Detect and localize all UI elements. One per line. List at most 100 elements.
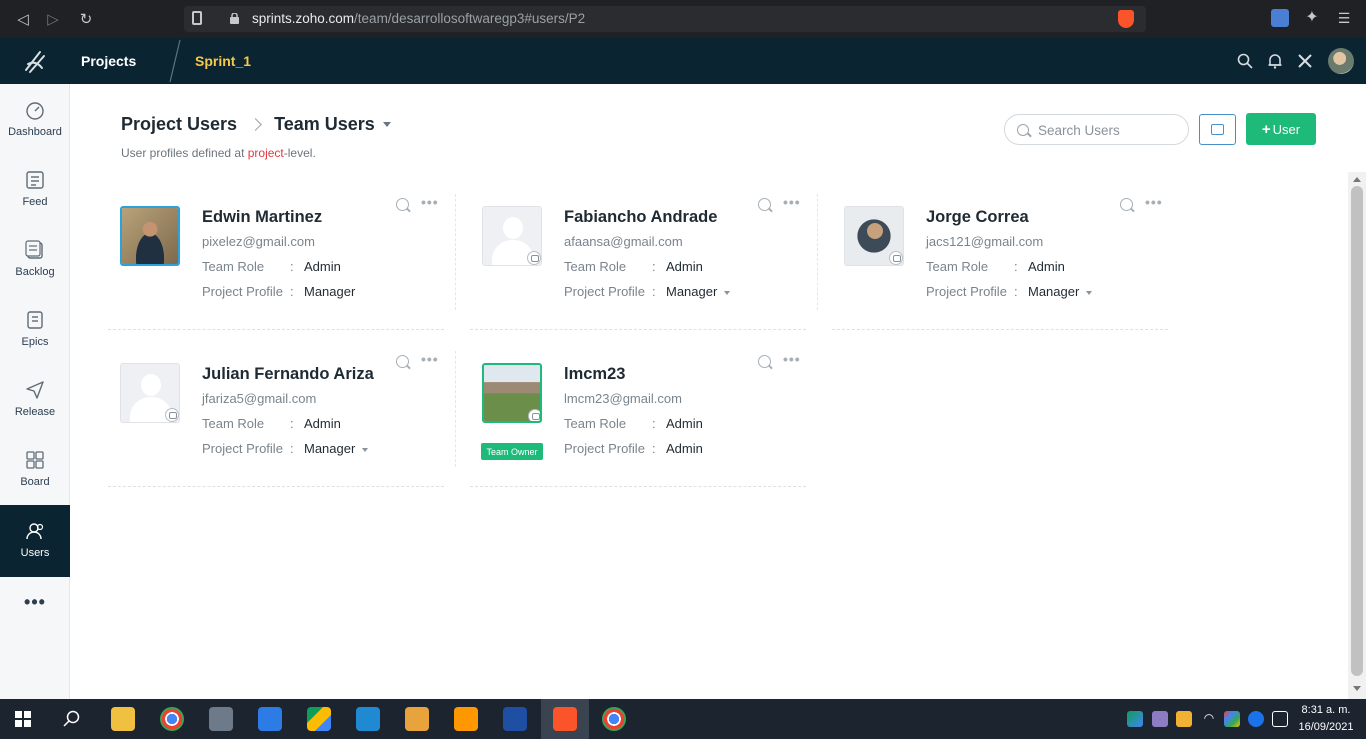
calculator-icon[interactable]	[209, 707, 233, 731]
drive-tray-icon[interactable]	[1127, 711, 1143, 727]
user-card: Julian Fernando Ariza jfariza5@gmail.com…	[108, 351, 456, 487]
colon: :	[290, 441, 294, 456]
chat-icon[interactable]	[889, 251, 903, 265]
language-icon[interactable]	[1272, 711, 1288, 727]
extensions-puzzle-icon[interactable]: ✦	[1303, 9, 1321, 27]
zoom-icon[interactable]	[1120, 198, 1133, 211]
google-drive-icon[interactable]	[307, 707, 331, 731]
app-icon[interactable]	[258, 707, 282, 731]
more-options-icon[interactable]: •••	[1145, 194, 1163, 210]
tray-app-icon[interactable]	[1176, 711, 1192, 727]
sidebar-item-feed[interactable]: Feed	[0, 154, 70, 224]
more-options-icon[interactable]: •••	[783, 194, 801, 210]
browser-toolbar: ◁ ▷ ↻ sprints.zoho.com/team/desarrolloso…	[0, 0, 1366, 38]
card-divider	[455, 351, 456, 467]
brave-icon[interactable]	[553, 707, 577, 731]
chat-icon[interactable]	[165, 408, 179, 422]
team-role-label: Team Role	[926, 259, 989, 274]
taskbar-clock[interactable]: 8:31 a. m. 16/09/2021	[1294, 702, 1358, 736]
more-icon[interactable]: •••	[0, 592, 70, 613]
bluetooth-icon[interactable]	[1248, 711, 1264, 727]
caret-down-icon[interactable]	[724, 290, 731, 295]
project-profile-value[interactable]: Manager	[304, 441, 355, 456]
bell-icon[interactable]	[1266, 52, 1284, 70]
team-role-row: Team Role: Admin	[564, 416, 703, 431]
zoho-sprints-logo[interactable]	[0, 38, 70, 84]
more-options-icon[interactable]: •••	[421, 351, 439, 367]
tray-feather-icon[interactable]	[1152, 711, 1168, 727]
menu-icon[interactable]: ☰	[1335, 9, 1353, 27]
tools-icon[interactable]	[1296, 52, 1314, 70]
scroll-up-icon[interactable]	[1353, 177, 1361, 182]
project-profile-row[interactable]: Project Profile: Manager	[926, 284, 1093, 299]
zoom-icon[interactable]	[758, 198, 771, 211]
team-role-row: Team Role: Admin	[202, 259, 341, 274]
translate-extension-icon[interactable]	[1271, 9, 1289, 27]
sprint-link[interactable]: Sprint_1	[195, 53, 251, 69]
caret-down-icon[interactable]	[1086, 290, 1093, 295]
sidebar-item-board[interactable]: Board	[0, 434, 70, 504]
wifi-icon[interactable]: ◠	[1201, 711, 1217, 727]
scrollbar-thumb[interactable]	[1351, 186, 1363, 676]
url-host: sprints.zoho.com	[252, 11, 355, 26]
zoom-icon[interactable]	[758, 355, 771, 368]
address-bar[interactable]: sprints.zoho.com/team/desarrollosoftware…	[184, 6, 1146, 32]
sublime-text-icon[interactable]	[454, 707, 478, 731]
profile-avatar[interactable]	[1328, 48, 1354, 74]
feedback-button[interactable]	[1199, 114, 1236, 145]
card-divider	[455, 194, 456, 310]
plus-icon: +	[1261, 120, 1271, 138]
caret-down-icon[interactable]	[382, 122, 391, 127]
caret-down-icon[interactable]	[362, 447, 369, 452]
tray-colors-icon[interactable]	[1224, 711, 1240, 727]
search-icon[interactable]	[1236, 52, 1254, 70]
avatar	[844, 206, 904, 266]
powershell-icon[interactable]	[503, 707, 527, 731]
add-user-button[interactable]: + User	[1246, 113, 1316, 145]
avatar	[482, 206, 542, 266]
back-icon[interactable]: ◁	[12, 8, 34, 30]
sidebar-item-users[interactable]: Users	[0, 505, 70, 577]
chat-icon[interactable]	[527, 251, 541, 265]
project-profile-row[interactable]: Project Profile: Manager	[564, 284, 731, 299]
sidebar-item-epics[interactable]: Epics	[0, 294, 70, 364]
more-options-icon[interactable]: •••	[421, 194, 439, 210]
forward-icon[interactable]: ▷	[42, 8, 64, 30]
avatar	[120, 363, 180, 423]
project-profile-value: Admin	[666, 441, 703, 456]
brave-shield-icon[interactable]	[1118, 10, 1134, 28]
project-profile-value[interactable]: Manager	[1028, 284, 1079, 299]
reload-icon[interactable]: ↻	[75, 8, 97, 30]
projects-link[interactable]: Projects	[81, 53, 136, 69]
bookmark-icon[interactable]	[192, 11, 202, 25]
user-email: lmcm23@gmail.com	[564, 391, 682, 406]
sidebar-item-backlog[interactable]: Backlog	[0, 224, 70, 294]
team-role-value: Admin	[666, 416, 703, 431]
card-divider	[832, 329, 1168, 330]
search-users-box[interactable]	[1004, 114, 1189, 145]
chrome-icon[interactable]	[160, 707, 184, 731]
colon: :	[290, 259, 294, 274]
vscode-icon[interactable]	[356, 707, 380, 731]
file-explorer-icon[interactable]	[111, 707, 135, 731]
card-divider	[108, 329, 444, 330]
virtualbox-icon[interactable]	[405, 707, 429, 731]
team-role-label: Team Role	[202, 259, 265, 274]
breadcrumb-team-users[interactable]: Team Users	[274, 114, 375, 135]
project-profile-label: Project Profile	[202, 441, 283, 456]
scroll-down-icon[interactable]	[1353, 686, 1361, 691]
project-profile-row[interactable]: Project Profile: Manager	[202, 441, 369, 456]
chat-icon[interactable]	[528, 409, 540, 421]
sidebar-item-dashboard[interactable]: Dashboard	[0, 84, 70, 154]
zoom-icon[interactable]	[396, 198, 409, 211]
zoom-icon[interactable]	[396, 355, 409, 368]
search-users-input[interactable]	[1038, 121, 1178, 139]
windows-taskbar: ◠ 8:31 a. m. 16/09/2021	[0, 699, 1366, 739]
windows-start-icon[interactable]	[15, 711, 31, 727]
breadcrumb-project-users[interactable]: Project Users	[121, 114, 237, 135]
taskbar-search-icon[interactable]	[63, 710, 81, 728]
more-options-icon[interactable]: •••	[783, 351, 801, 367]
chrome-profile-icon[interactable]	[602, 707, 626, 731]
sidebar-item-release[interactable]: Release	[0, 364, 70, 434]
project-profile-value[interactable]: Manager	[666, 284, 717, 299]
